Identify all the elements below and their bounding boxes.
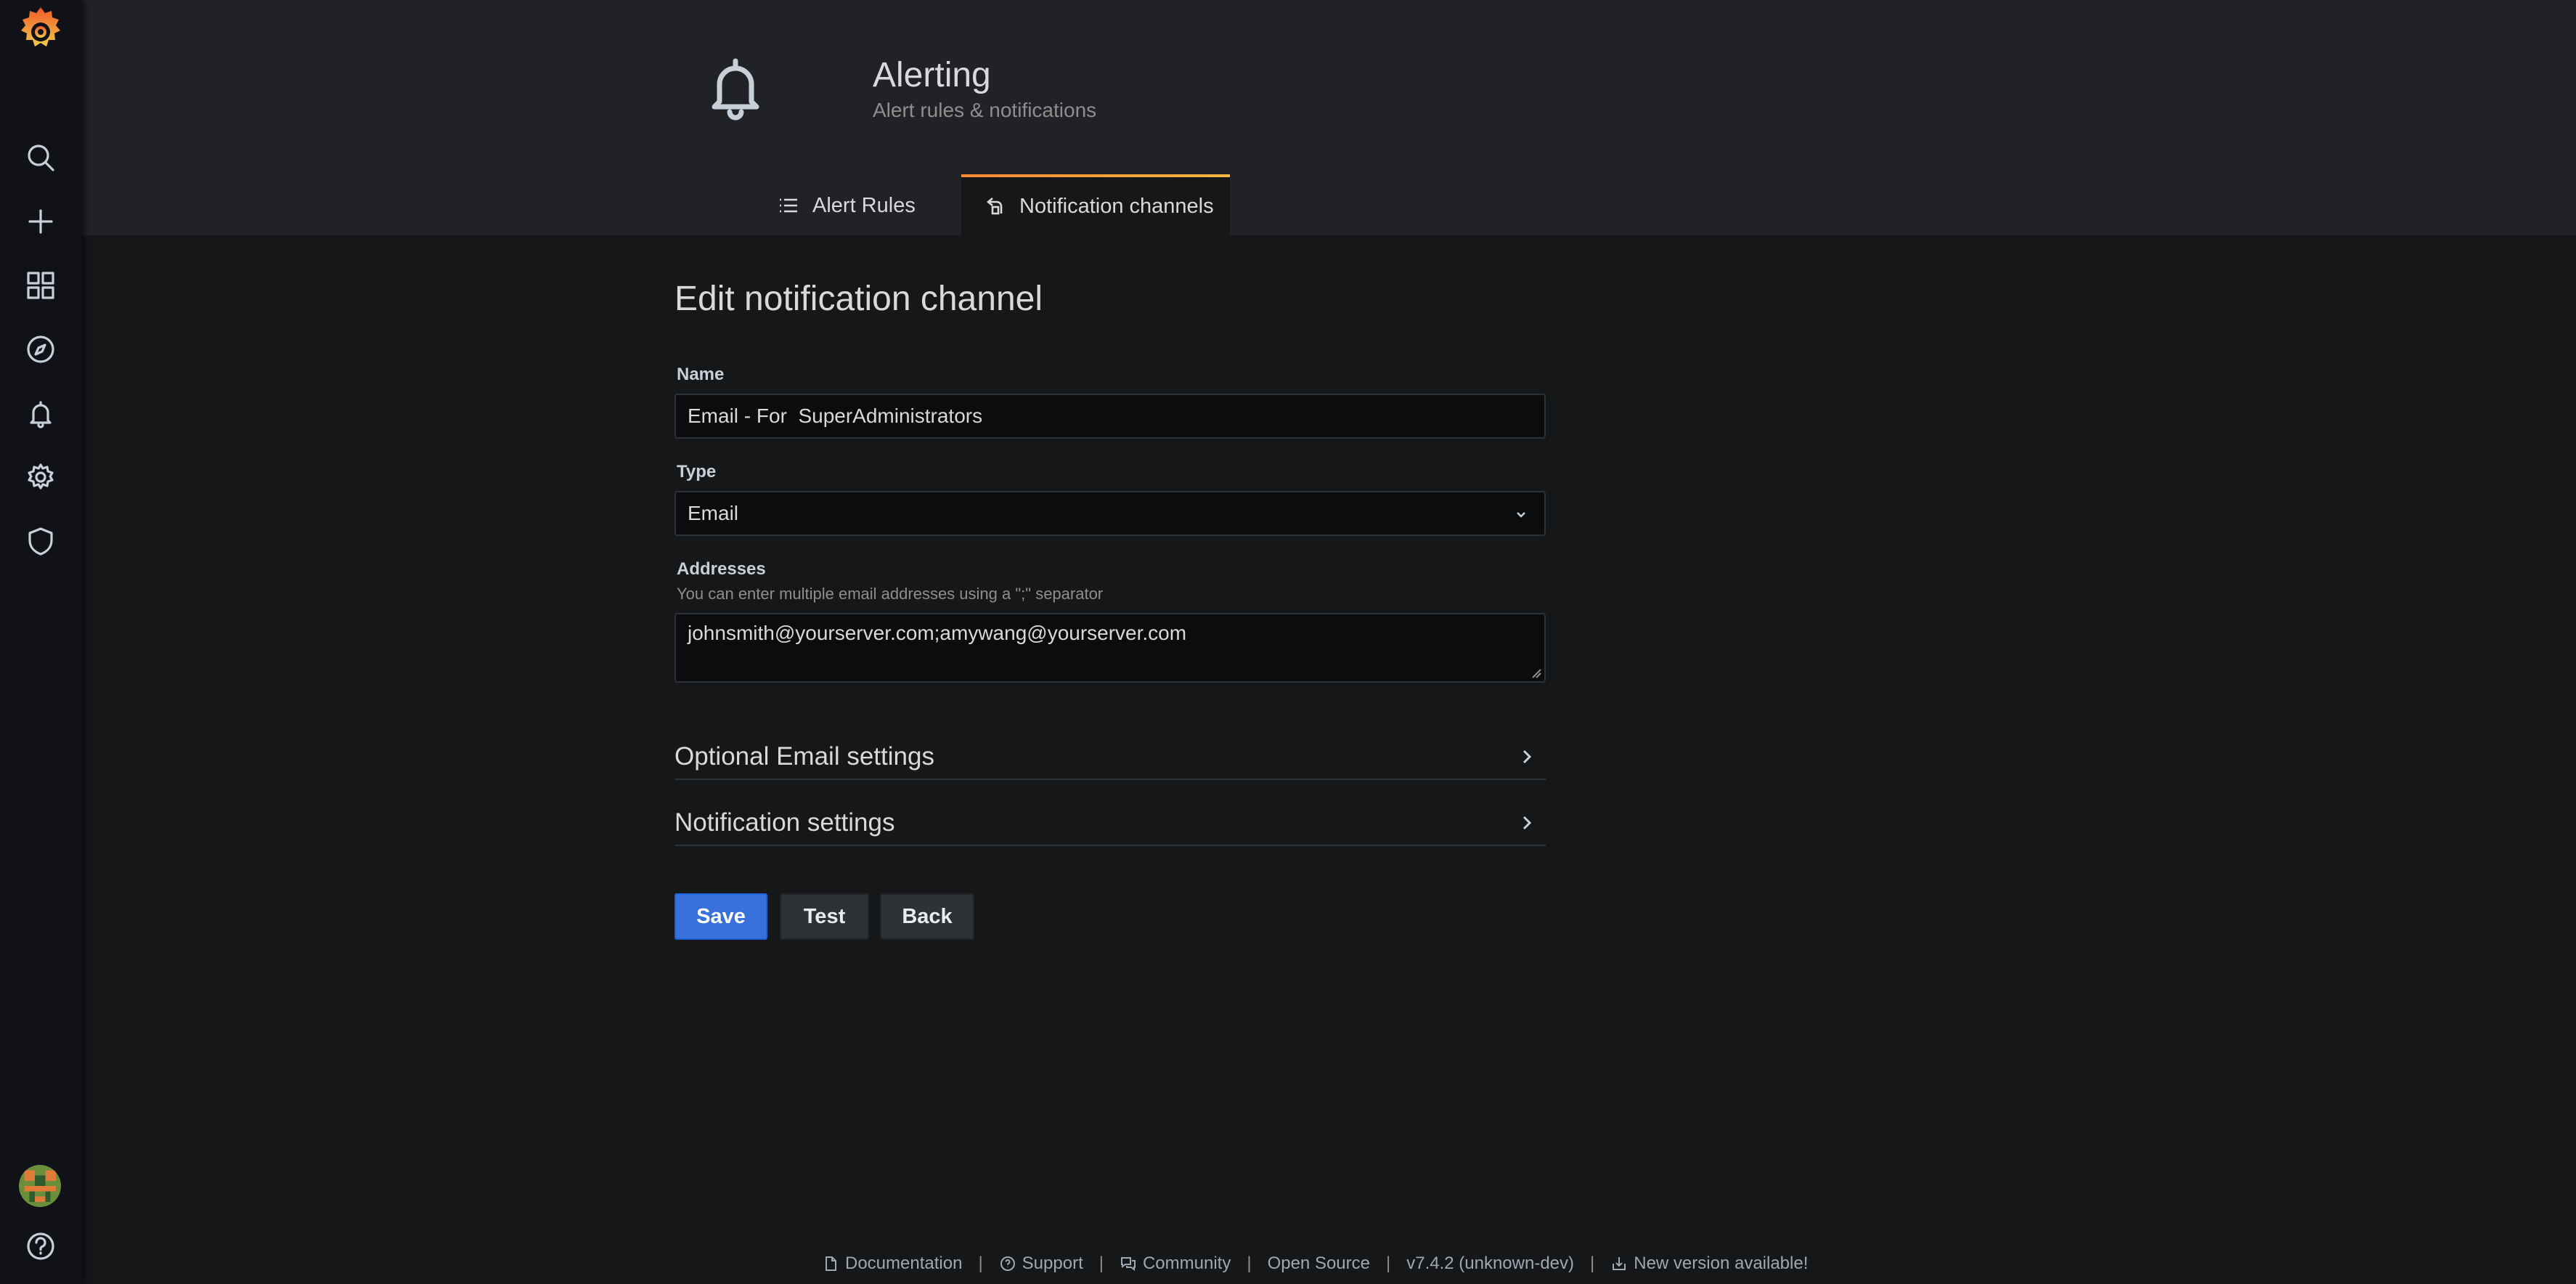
- footer-version: v7.4.2 (unknown-dev): [1406, 1253, 1574, 1274]
- footer-community-link[interactable]: Community: [1120, 1253, 1231, 1274]
- footer-documentation-link[interactable]: Documentation: [822, 1253, 962, 1274]
- footer-open-source-link[interactable]: Open Source: [1268, 1253, 1370, 1274]
- documentation-label: Documentation: [845, 1253, 963, 1273]
- tab-label: Notification channels: [1019, 194, 1214, 218]
- page-title: Alerting: [873, 56, 991, 94]
- optional-email-settings-section[interactable]: Optional Email settings: [674, 735, 1546, 780]
- footer-separator: |: [978, 1253, 983, 1273]
- footer-separator: |: [1099, 1253, 1104, 1273]
- addresses-label: Addresses: [677, 559, 766, 579]
- footer: Documentation | Support | Community | Op…: [0, 1253, 2576, 1275]
- gear-icon: [28, 463, 54, 489]
- footer-separator: |: [1385, 1253, 1391, 1273]
- page-subtitle: Alert rules & notifications: [873, 99, 1097, 121]
- version-label: v7.4.2 (unknown-dev): [1406, 1253, 1575, 1273]
- name-value: Email - For SuperAdministrators: [688, 405, 983, 427]
- form-title: Edit notification channel: [674, 280, 1043, 318]
- section-title: Optional Email settings: [674, 742, 934, 771]
- test-button[interactable]: Test: [780, 893, 869, 940]
- plus-icon: [28, 209, 53, 234]
- footer-separator: |: [1247, 1253, 1252, 1273]
- chevron-down-icon: [1517, 512, 1525, 518]
- side-menu: [0, 0, 82, 1284]
- help-icon: [27, 1232, 54, 1260]
- back-button[interactable]: Back: [880, 893, 974, 940]
- community-label: Community: [1142, 1253, 1231, 1273]
- footer-support-link[interactable]: Support: [999, 1253, 1083, 1274]
- type-select[interactable]: Email: [674, 491, 1546, 536]
- tab-notification-channels[interactable]: Notification channels: [961, 174, 1230, 235]
- footer-links: Documentation | Support | Community | Op…: [822, 1253, 1808, 1274]
- footer-separator: |: [1590, 1253, 1595, 1273]
- name-input[interactable]: Email - For SuperAdministrators: [674, 394, 1546, 439]
- bell-icon: [712, 58, 759, 121]
- addresses-description: You can enter multiple email addresses u…: [677, 585, 1104, 603]
- new-version-label: New version available!: [1634, 1253, 1809, 1273]
- sidebar-configuration[interactable]: [12, 448, 70, 506]
- open-source-label: Open Source: [1267, 1253, 1370, 1273]
- sidebar-alerting[interactable]: [12, 384, 70, 442]
- dashboards-icon: [27, 272, 54, 299]
- chevron-right-icon: [1523, 816, 1532, 830]
- document-icon: [826, 1256, 836, 1271]
- support-label: Support: [1022, 1253, 1083, 1273]
- tab-label: Alert Rules: [812, 193, 916, 217]
- list-icon: [780, 198, 797, 213]
- type-value: Email: [688, 502, 739, 524]
- sidebar-dashboards[interactable]: [12, 256, 70, 314]
- sidebar-explore[interactable]: [12, 320, 70, 378]
- user-avatar[interactable]: [19, 1165, 61, 1207]
- sidebar-server-admin[interactable]: [12, 512, 70, 570]
- compass-icon: [27, 336, 54, 363]
- sidebar-search[interactable]: [12, 129, 70, 187]
- page-header: Alerting Alert rules & notifications Ale…: [82, 0, 2576, 235]
- notification-channel-icon: [986, 198, 1003, 215]
- addresses-textarea[interactable]: johnsmith@yourserver.com;amywang@yourser…: [674, 613, 1546, 683]
- type-label: Type: [677, 462, 717, 482]
- section-title: Notification settings: [674, 808, 895, 837]
- addresses-value: johnsmith@yourserver.com;amywang@yourser…: [688, 622, 1187, 644]
- chevron-right-icon: [1523, 749, 1532, 764]
- download-icon: [1613, 1257, 1626, 1270]
- shield-icon: [28, 527, 53, 556]
- footer-new-version-link[interactable]: New version available!: [1610, 1253, 1808, 1274]
- question-circle-icon: [1000, 1256, 1015, 1271]
- save-button[interactable]: Save: [674, 893, 767, 940]
- tab-alert-rules[interactable]: Alert Rules: [778, 176, 916, 235]
- name-label: Name: [677, 365, 725, 384]
- comments-icon: [1120, 1257, 1136, 1271]
- search-icon: [28, 145, 54, 171]
- bell-icon: [30, 401, 52, 428]
- grafana-logo-icon[interactable]: [13, 3, 68, 58]
- resize-handle-icon[interactable]: [1531, 668, 1541, 678]
- notification-settings-section[interactable]: Notification settings: [674, 801, 1546, 846]
- sidebar-help[interactable]: [12, 1217, 70, 1275]
- sidebar-create[interactable]: [12, 192, 70, 251]
